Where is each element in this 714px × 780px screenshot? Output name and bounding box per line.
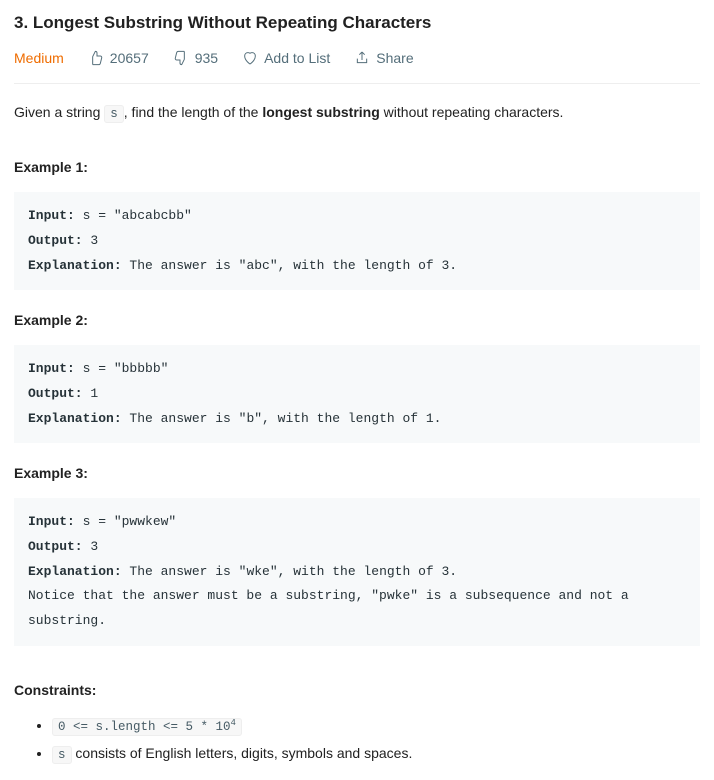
like-count: 20657: [110, 48, 149, 69]
dislike-count: 935: [195, 48, 218, 69]
constraint-item: s consists of English letters, digits, s…: [52, 743, 700, 765]
example-input-label: Input:: [28, 514, 75, 529]
example-block: Input: s = "pwwkew"Output: 3Explanation:…: [14, 498, 700, 645]
difficulty-badge: Medium: [14, 48, 64, 69]
like-button[interactable]: 20657: [88, 48, 149, 69]
example-block: Input: s = "bbbbb"Output: 1Explanation: …: [14, 345, 700, 443]
example-output-label: Output:: [28, 386, 83, 401]
thumbs-down-icon: [173, 50, 189, 66]
example-explanation-label: Explanation:: [28, 411, 122, 426]
example-block: Input: s = "abcabcbb"Output: 3Explanatio…: [14, 192, 700, 290]
constraint-code: 0 <= s.length <= 5 * 104: [52, 718, 242, 736]
thumbs-up-icon: [88, 50, 104, 66]
example-input-label: Input:: [28, 361, 75, 376]
add-to-list-label: Add to List: [264, 48, 330, 69]
heart-icon: [242, 50, 258, 66]
example-label: Example 2:: [14, 310, 700, 331]
example-explanation-label: Explanation:: [28, 258, 122, 273]
problem-title: 3. Longest Substring Without Repeating C…: [14, 10, 700, 36]
dislike-button[interactable]: 935: [173, 48, 218, 69]
constraints-heading: Constraints:: [14, 680, 700, 701]
constraint-item: 0 <= s.length <= 5 * 104: [52, 715, 700, 737]
inline-code: s: [104, 105, 124, 123]
constraint-code: s: [52, 746, 72, 764]
example-label: Example 3:: [14, 463, 700, 484]
share-label: Share: [376, 48, 413, 69]
share-icon: [354, 50, 370, 66]
example-input-label: Input:: [28, 208, 75, 223]
example-explanation-label: Explanation:: [28, 564, 122, 579]
example-label: Example 1:: [14, 157, 700, 178]
meta-bar: Medium 20657 935 Add to List Share: [14, 48, 700, 84]
constraints-list: 0 <= s.length <= 5 * 104 s consists of E…: [14, 715, 700, 765]
problem-description: Given a string s, find the length of the…: [14, 102, 700, 124]
share-button[interactable]: Share: [354, 48, 413, 69]
example-output-label: Output:: [28, 233, 83, 248]
add-to-list-button[interactable]: Add to List: [242, 48, 330, 69]
example-output-label: Output:: [28, 539, 83, 554]
